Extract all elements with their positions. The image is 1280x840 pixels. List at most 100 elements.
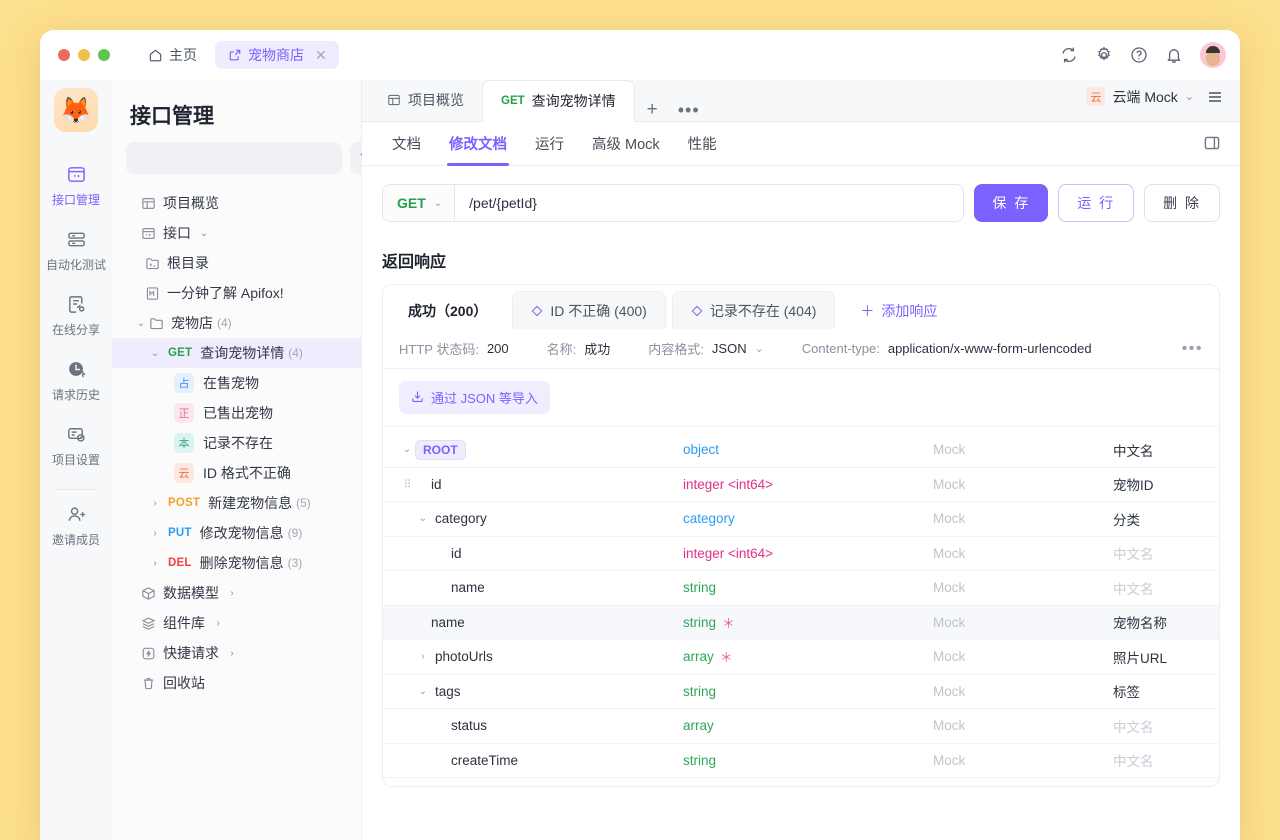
- table-row[interactable]: name string Mock 中文名: [383, 571, 1219, 606]
- schema-cn-name[interactable]: 中文名: [1113, 750, 1201, 770]
- tab-doc[interactable]: 文档: [380, 122, 433, 166]
- table-row[interactable]: status array Mock 中文名: [383, 709, 1219, 744]
- gear-icon[interactable]: [1095, 46, 1114, 65]
- chevron-right-icon[interactable]: ›: [415, 651, 431, 662]
- table-row[interactable]: createTime string Mock 中文名: [383, 744, 1219, 779]
- schema-mock-value[interactable]: Mock: [933, 718, 1113, 733]
- chevron-right-icon[interactable]: ›: [148, 498, 162, 509]
- chevron-right-icon[interactable]: ›: [225, 648, 239, 659]
- new-tab-button[interactable]: +: [635, 99, 670, 121]
- tab-run[interactable]: 运行: [523, 122, 576, 166]
- close-window-button[interactable]: [58, 49, 70, 61]
- chevron-down-icon[interactable]: ⌄: [134, 318, 148, 329]
- bell-icon[interactable]: [1165, 46, 1184, 65]
- schema-mock-value[interactable]: Mock: [933, 684, 1113, 699]
- search-input[interactable]: [126, 142, 342, 174]
- table-row[interactable]: ⠿ id integer <int64> Mock 宠物ID: [383, 468, 1219, 503]
- tree-item-root-folder[interactable]: 根目录: [112, 248, 361, 278]
- editor-tab-get-pet-detail[interactable]: GET 查询宠物详情: [482, 80, 635, 122]
- help-icon[interactable]: [1130, 46, 1149, 65]
- tab-advanced-mock[interactable]: 高级 Mock: [580, 122, 672, 166]
- table-row[interactable]: id integer <int64> Mock 中文名: [383, 537, 1219, 572]
- schema-mock-value[interactable]: Mock: [933, 580, 1113, 595]
- tree-item-petstore-folder[interactable]: ⌄ 宠物店 (4): [112, 308, 361, 338]
- schema-cn-name[interactable]: 照片URL: [1113, 647, 1201, 667]
- url-input[interactable]: /pet/{petId}: [455, 195, 551, 211]
- app-logo[interactable]: 🦊: [54, 88, 98, 132]
- tab-more-button[interactable]: •••: [670, 100, 708, 121]
- close-icon[interactable]: ✕: [315, 48, 327, 62]
- avatar[interactable]: [1200, 42, 1226, 68]
- rail-item-automated-test[interactable]: 自动化测试: [40, 219, 112, 284]
- response-more-button[interactable]: •••: [1182, 340, 1203, 358]
- hamburger-icon[interactable]: [1206, 88, 1224, 106]
- schema-mock-value[interactable]: Mock: [933, 442, 1113, 457]
- schema-mock-value[interactable]: Mock: [933, 753, 1113, 768]
- tree-item-example-sold[interactable]: 正 已售出宠物: [112, 398, 361, 428]
- chevron-down-icon[interactable]: ⌄: [415, 513, 431, 524]
- chevron-right-icon[interactable]: ›: [225, 588, 239, 599]
- content-format-value[interactable]: JSON: [712, 341, 747, 356]
- tree-item-example-badid[interactable]: 云 ID 格式不正确: [112, 458, 361, 488]
- chevron-right-icon[interactable]: ›: [211, 618, 225, 629]
- table-row[interactable]: › photoUrls array ＊ Mock 照片URL: [383, 640, 1219, 675]
- sync-icon[interactable]: [1060, 46, 1079, 65]
- tree-item-example-onsale[interactable]: 占 在售宠物: [112, 368, 361, 398]
- tab-performance[interactable]: 性能: [676, 122, 729, 166]
- schema-mock-value[interactable]: Mock: [933, 546, 1113, 561]
- tree-item-apifox-intro[interactable]: 一分钟了解 Apifox!: [112, 278, 361, 308]
- mock-environment-selector[interactable]: 云 云端 Mock ⌄: [1086, 87, 1194, 107]
- maximize-window-button[interactable]: [98, 49, 110, 61]
- chevron-down-icon[interactable]: ⌄: [415, 686, 431, 697]
- chevron-down-icon[interactable]: ⌄: [197, 228, 211, 239]
- tab-edit-doc[interactable]: 修改文档: [437, 122, 519, 166]
- tree-item-del-delete-pet[interactable]: › DEL 删除宠物信息 (3): [112, 548, 361, 578]
- method-select[interactable]: GET ⌄: [383, 185, 455, 221]
- schema-mock-value[interactable]: Mock: [933, 477, 1113, 492]
- panel-toggle-icon[interactable]: [1203, 134, 1222, 153]
- tree-item-data-model[interactable]: 数据模型 ›: [112, 578, 361, 608]
- schema-cn-name[interactable]: 中文名: [1113, 716, 1201, 736]
- status-code-value[interactable]: 200: [487, 341, 509, 356]
- table-row[interactable]: ⌄ tags string Mock 标签: [383, 675, 1219, 710]
- chevron-down-icon[interactable]: ⌄: [755, 342, 764, 355]
- chevron-down-icon[interactable]: ⌄: [148, 348, 162, 359]
- schema-cn-name[interactable]: 中文名: [1113, 578, 1201, 598]
- table-row[interactable]: ⌄ category category Mock 分类: [383, 502, 1219, 537]
- tree-item-recycle-bin[interactable]: 回收站: [112, 668, 361, 698]
- schema-mock-value[interactable]: Mock: [933, 649, 1113, 664]
- rail-item-request-history[interactable]: 请求历史: [40, 349, 112, 414]
- schema-mock-value[interactable]: Mock: [933, 615, 1113, 630]
- response-name-value[interactable]: 成功: [584, 339, 610, 358]
- tree-item-project-overview[interactable]: 项目概览: [112, 188, 361, 218]
- chevron-right-icon[interactable]: ›: [148, 528, 162, 539]
- schema-cn-name[interactable]: 中文名: [1113, 440, 1201, 460]
- window-tab-petstore[interactable]: 宠物商店 ✕: [215, 41, 339, 69]
- tree-item-get-pet-detail[interactable]: ⌄ GET 查询宠物详情 (4): [112, 338, 361, 368]
- delete-button[interactable]: 删 除: [1144, 184, 1220, 222]
- content-type-value[interactable]: application/x-www-form-urlencoded: [888, 341, 1092, 356]
- rail-item-online-share[interactable]: 在线分享: [40, 284, 112, 349]
- editor-tab-project-overview[interactable]: 项目概览: [368, 79, 482, 121]
- run-button[interactable]: 运 行: [1058, 184, 1134, 222]
- response-tab-badid-400[interactable]: ID 不正确 (400): [512, 291, 665, 329]
- rail-item-api-management[interactable]: 接口管理: [40, 154, 112, 219]
- add-response-button[interactable]: ＋ 添加响应: [841, 291, 956, 329]
- save-button[interactable]: 保 存: [974, 184, 1048, 222]
- schema-cn-name[interactable]: 宠物名称: [1113, 612, 1201, 632]
- table-row[interactable]: name string ＊ Mock 宠物名称: [383, 606, 1219, 641]
- schema-mock-value[interactable]: Mock: [933, 511, 1113, 526]
- schema-cn-name[interactable]: 标签: [1113, 681, 1201, 701]
- chevron-right-icon[interactable]: ›: [148, 558, 162, 569]
- tree-item-post-create-pet[interactable]: › POST 新建宠物信息 (5): [112, 488, 361, 518]
- chevron-down-icon[interactable]: ⌄: [399, 444, 415, 455]
- chevron-down-icon[interactable]: ⌄: [1185, 90, 1194, 103]
- tree-item-example-notfound[interactable]: 本 记录不存在: [112, 428, 361, 458]
- window-tab-home[interactable]: 主页: [136, 41, 209, 69]
- import-json-button[interactable]: 通过 JSON 等导入: [399, 381, 550, 414]
- schema-cn-name[interactable]: 分类: [1113, 509, 1201, 529]
- response-tab-notfound-404[interactable]: 记录不存在 (404): [672, 291, 836, 329]
- schema-cn-name[interactable]: 中文名: [1113, 543, 1201, 563]
- tree-item-component-library[interactable]: 组件库 ›: [112, 608, 361, 638]
- table-row[interactable]: ⌄ ROOT object Mock 中文名: [383, 433, 1219, 468]
